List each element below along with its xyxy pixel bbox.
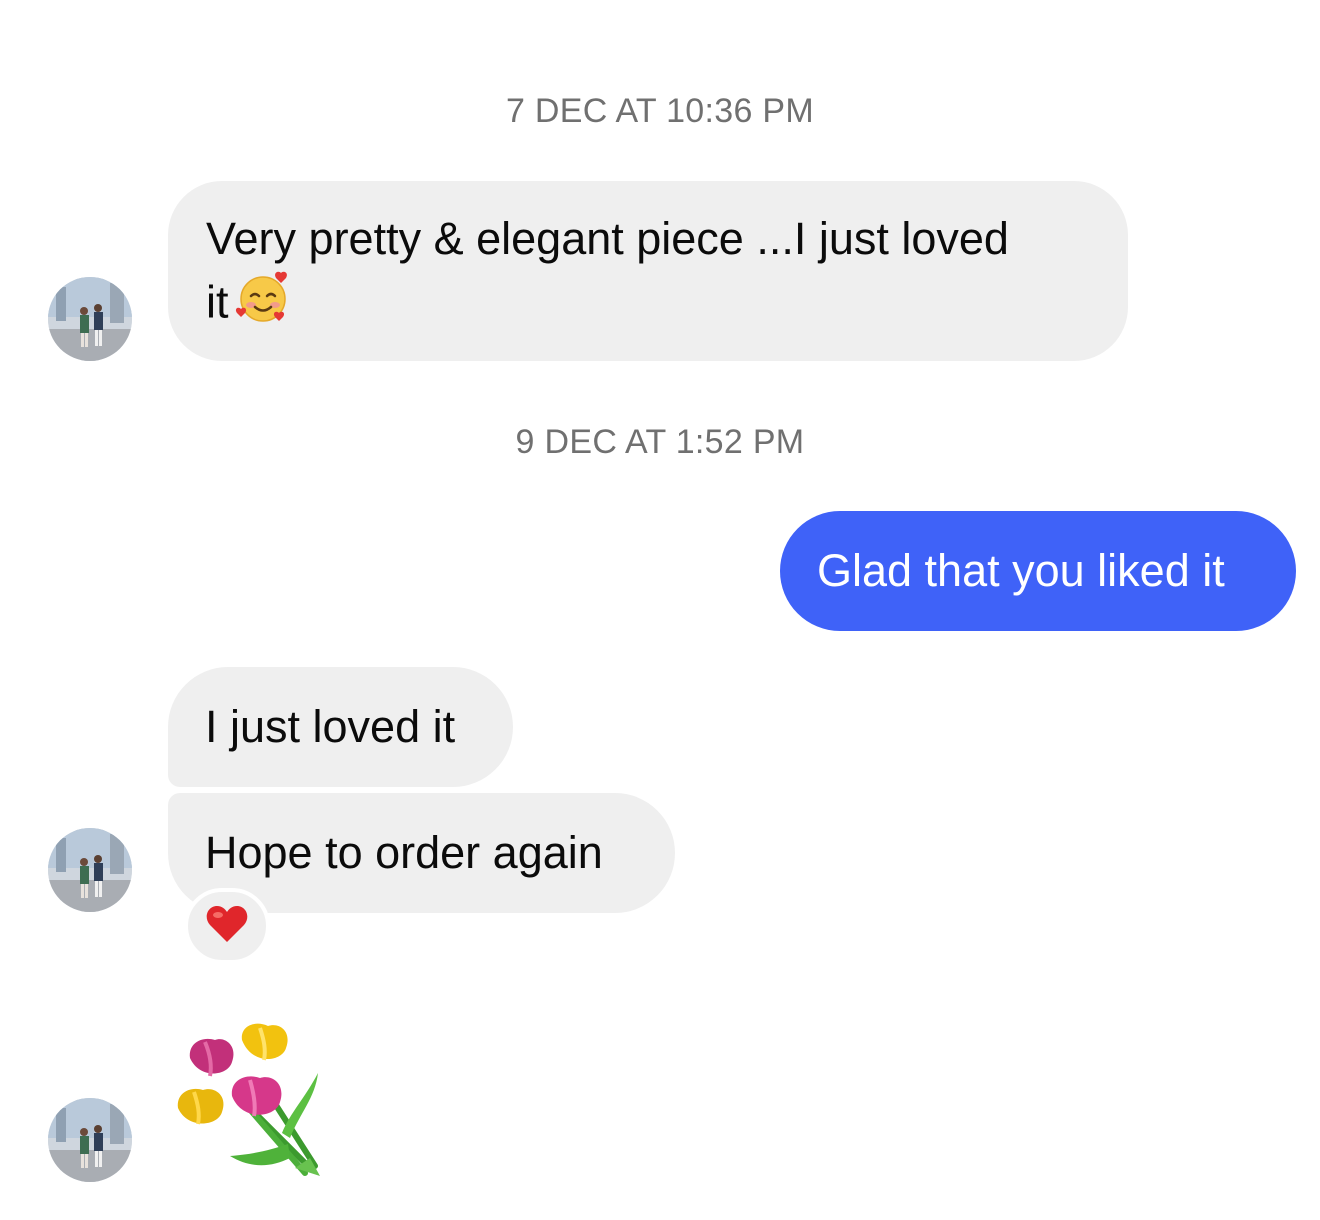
reaction-badge[interactable] (184, 888, 270, 964)
message-text: Glad that you liked it (817, 545, 1225, 596)
timestamp: 7 DEC AT 10:36 PM (505, 92, 815, 130)
message-bubble-outgoing[interactable]: Glad that you liked it (780, 511, 1296, 631)
avatar-photo-icon (48, 1098, 132, 1182)
avatar-photo-icon (48, 277, 132, 361)
avatar[interactable] (48, 1098, 132, 1182)
timestamp: 9 DEC AT 1:52 PM (515, 423, 805, 461)
message-bubble-incoming[interactable]: Very pretty & elegant piece ...I just lo… (168, 181, 1128, 361)
bouquet-of-tulips-icon[interactable] (170, 1018, 335, 1188)
smiling-face-with-hearts-icon (235, 269, 293, 342)
message-text: I just loved it (205, 701, 456, 752)
avatar-photo-icon (48, 828, 132, 912)
message-text: Hope to order again (205, 827, 603, 878)
red-heart-icon (205, 904, 249, 949)
message-text-line2: it (206, 269, 1092, 342)
message-bubble-incoming[interactable]: I just loved it (168, 667, 513, 787)
avatar[interactable] (48, 277, 132, 361)
message-text: Very pretty & elegant piece ...I just lo… (206, 213, 1009, 264)
avatar[interactable] (48, 828, 132, 912)
